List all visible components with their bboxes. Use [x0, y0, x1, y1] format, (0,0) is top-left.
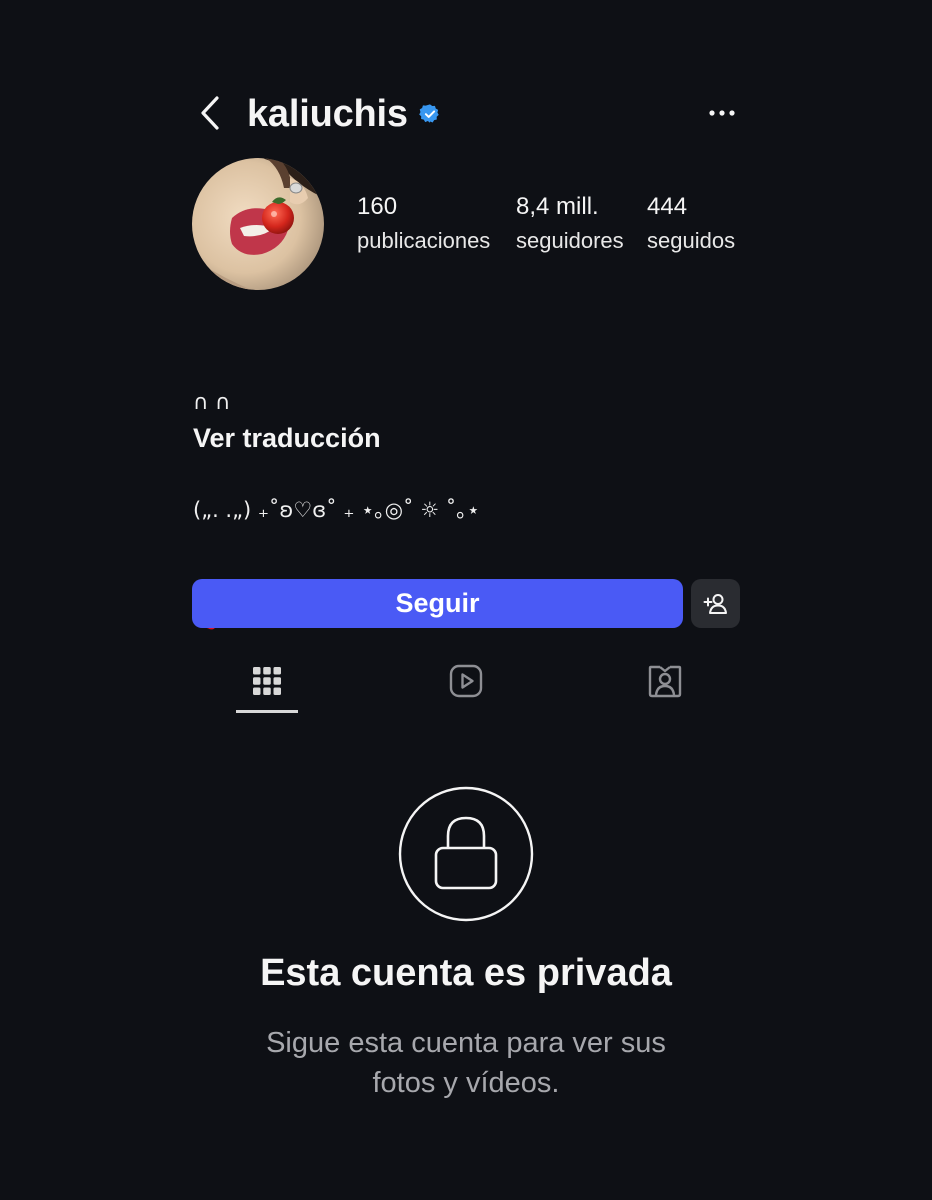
chevron-left-icon [201, 96, 219, 130]
avatar-image [192, 158, 324, 290]
reels-icon [449, 664, 483, 698]
profile-username: kaliuchis [247, 93, 408, 135]
private-subtitle-line-1: Sigue esta cuenta para ver sus [266, 1027, 666, 1059]
stat-posts-count: 160 [357, 193, 398, 220]
stat-following-label: seguidos [647, 228, 736, 253]
private-account-title: Esta cuenta es privada [260, 952, 672, 994]
tab-posts-grid[interactable] [237, 658, 297, 704]
avatar[interactable] [192, 158, 324, 290]
more-horizontal-icon [709, 110, 735, 116]
stat-following[interactable]: 444 seguidos [647, 192, 735, 256]
tagged-icon [648, 665, 682, 698]
see-translation-link[interactable]: Ver traducción [193, 420, 381, 456]
stat-posts-label: publicaciones [357, 228, 491, 253]
bio-line-2: („. .„) ₊˚ʚ♡ɞ˚ ₊ ⋆｡◎˚ ☼ ˚｡⋆ [193, 498, 480, 522]
add-person-icon [703, 593, 727, 614]
back-button[interactable] [192, 93, 228, 133]
private-account-subtitle: Sigue esta cuenta para ver sus fotos y v… [0, 1023, 932, 1103]
stat-following-count: 444 [647, 193, 688, 220]
stat-posts[interactable]: 160 publicaciones [357, 192, 490, 256]
more-options-button[interactable] [704, 98, 740, 128]
lock-icon [398, 786, 534, 922]
stat-followers[interactable]: 8,4 mill. seguidores [516, 192, 624, 256]
tab-reels[interactable] [436, 658, 496, 704]
stat-followers-label: seguidores [516, 228, 624, 253]
private-subtitle-line-2: fotos y vídeos. [372, 1067, 560, 1099]
private-account-lock [398, 786, 534, 922]
verified-badge-icon [419, 104, 439, 123]
stat-followers-count: 8,4 mill. [516, 193, 599, 220]
follow-button[interactable]: Seguir [192, 579, 683, 628]
bio-line-1: ∩ ∩ [193, 390, 231, 414]
suggested-accounts-button[interactable] [691, 579, 740, 628]
active-tab-indicator [236, 710, 298, 713]
grid-icon [253, 667, 281, 695]
tab-tagged[interactable] [635, 658, 695, 704]
